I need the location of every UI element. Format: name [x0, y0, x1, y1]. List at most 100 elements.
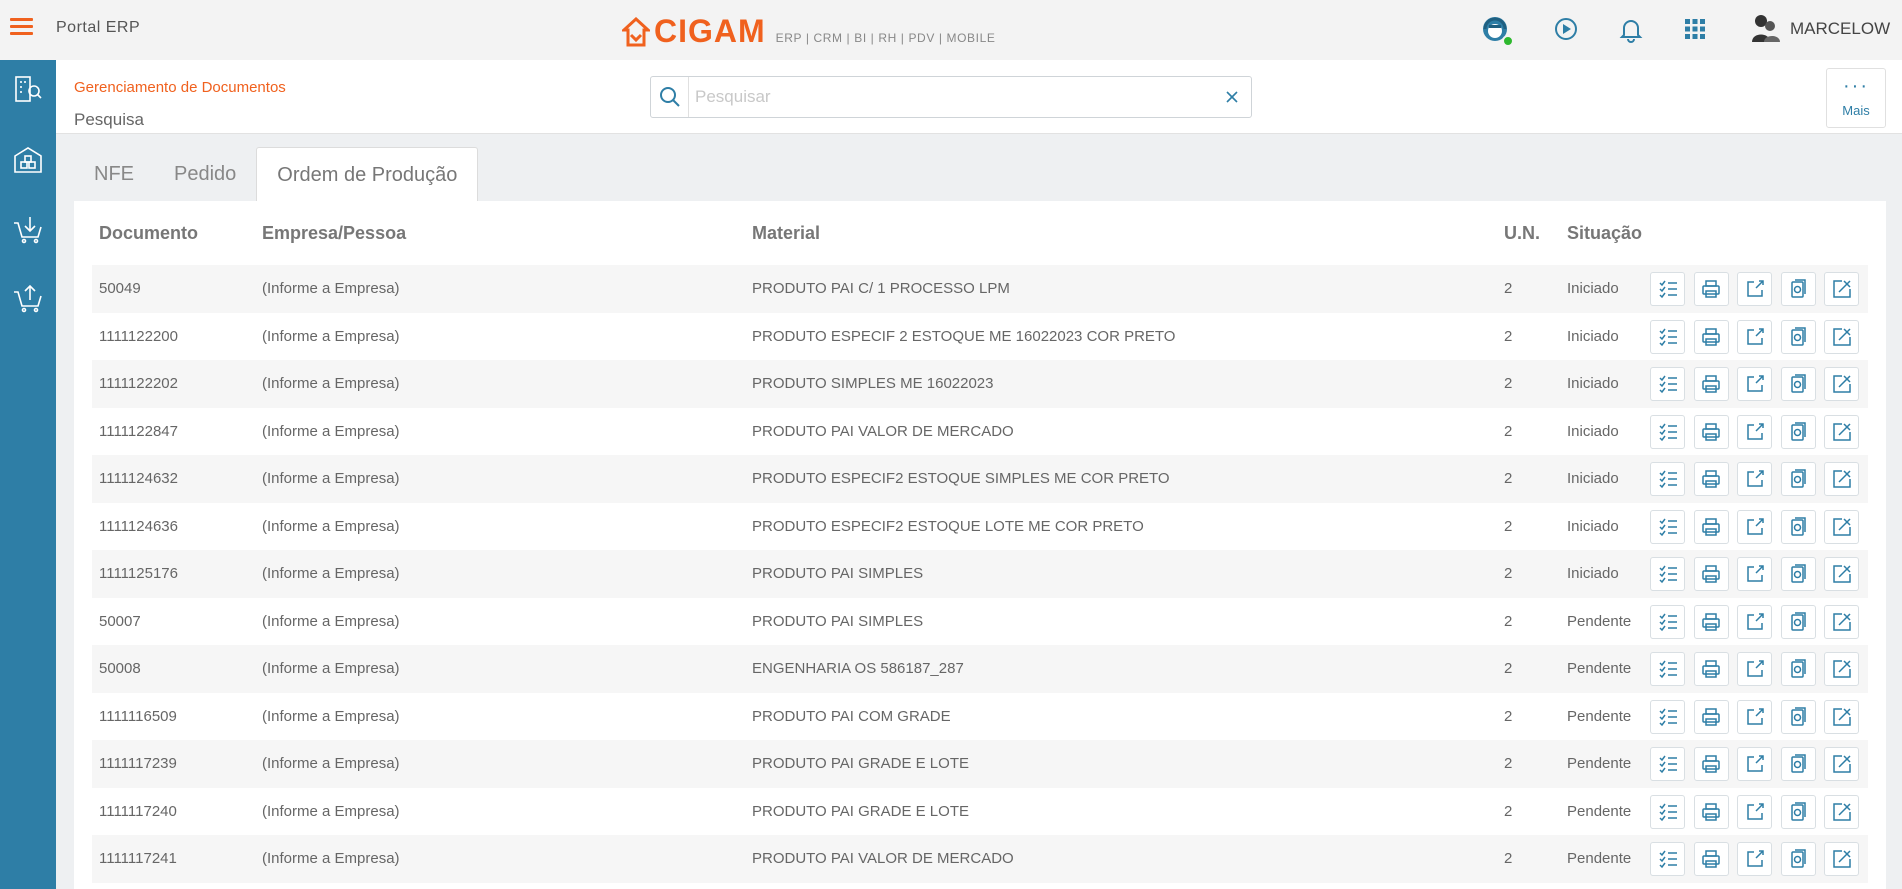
imprimir-button[interactable] — [1693, 367, 1729, 401]
copiar-button[interactable] — [1780, 367, 1816, 401]
copiar-button[interactable] — [1780, 414, 1816, 449]
copiar-button[interactable] — [1780, 319, 1816, 354]
cancelar-button[interactable] — [1824, 794, 1859, 829]
detalhes-button[interactable] — [1650, 319, 1685, 354]
imprimir-button[interactable] — [1693, 604, 1729, 639]
bell-icon[interactable] — [1616, 14, 1646, 44]
table-row[interactable]: 1111125176 (Informe a Empresa) PRODUTO PAI… — [92, 550, 1868, 598]
editar-button[interactable] — [1737, 509, 1772, 544]
copiar-button[interactable] — [1780, 462, 1816, 496]
copiar-button[interactable] — [1780, 557, 1816, 591]
table-row[interactable]: 50008 (Informe a Empresa) ENGENHARIA OS 58… — [92, 645, 1868, 693]
breadcrumb[interactable]: Gerenciamento de Documentos — [74, 79, 286, 96]
row-actions — [1650, 557, 1868, 591]
detalhes-button[interactable] — [1650, 272, 1685, 306]
table-row[interactable]: 1111117240 (Informe a Empresa) PRODUTO PAI… — [92, 788, 1868, 836]
editar-button[interactable] — [1737, 747, 1772, 781]
detalhes-button[interactable] — [1650, 604, 1685, 639]
cell-un: 2 — [1504, 612, 1513, 630]
imprimir-button[interactable] — [1693, 747, 1729, 781]
table-row[interactable]: 1111117239 (Informe a Empresa) PRODUTO PAI… — [92, 740, 1868, 788]
copiar-button[interactable] — [1780, 604, 1816, 639]
cancelar-button[interactable] — [1824, 699, 1859, 734]
imprimir-button[interactable] — [1693, 794, 1729, 829]
apps-grid-icon[interactable] — [1680, 14, 1710, 44]
imprimir-button[interactable] — [1693, 842, 1729, 876]
table-row[interactable]: 1111117241 (Informe a Empresa) PRODUTO PAI… — [92, 835, 1868, 883]
detalhes-button[interactable] — [1650, 367, 1685, 401]
table-row[interactable]: 1111116509 (Informe a Empresa) PRODUTO PAI… — [92, 693, 1868, 741]
editar-button[interactable] — [1737, 414, 1772, 449]
search-input[interactable] — [695, 77, 1215, 117]
user-menu[interactable]: MARCELOW — [1748, 12, 1890, 46]
tab-ordem-de-producao[interactable]: Ordem de Produção — [256, 147, 479, 202]
editar-button[interactable] — [1737, 794, 1772, 829]
editar-button[interactable] — [1737, 319, 1772, 354]
table-row[interactable]: 1111122200 (Informe a Empresa) PRODUTO ESP… — [92, 313, 1868, 361]
cancelar-button[interactable] — [1824, 272, 1859, 306]
copiar-button[interactable] — [1780, 652, 1816, 686]
tab-pedido[interactable]: Pedido — [154, 147, 256, 202]
search-button[interactable] — [651, 77, 689, 117]
table-row[interactable]: 50007 (Informe a Empresa) PRODUTO PAI SIMP… — [92, 598, 1868, 646]
cancelar-button[interactable] — [1824, 842, 1859, 876]
imprimir-button[interactable] — [1693, 319, 1729, 354]
detalhes-button[interactable] — [1650, 557, 1685, 591]
tab-nfe[interactable]: NFE — [74, 147, 154, 202]
table-row[interactable]: 50049 (Informe a Empresa) PRODUTO PAI C/ 1… — [92, 265, 1868, 313]
imprimir-button[interactable] — [1693, 509, 1729, 544]
imprimir-button[interactable] — [1693, 414, 1729, 449]
editar-button[interactable] — [1737, 272, 1772, 306]
cancelar-button[interactable] — [1824, 747, 1859, 781]
detalhes-button[interactable] — [1650, 652, 1685, 686]
editar-button[interactable] — [1737, 604, 1772, 639]
cancelar-button[interactable] — [1824, 319, 1859, 354]
imprimir-button[interactable] — [1693, 699, 1729, 734]
play-circle-icon[interactable] — [1551, 14, 1581, 44]
detalhes-button[interactable] — [1650, 699, 1685, 734]
sidebar-item-buildings-search[interactable] — [12, 73, 44, 105]
cancelar-button[interactable] — [1824, 414, 1859, 449]
copiar-button[interactable] — [1780, 272, 1816, 306]
table-row[interactable]: 1111124636 (Informe a Empresa) PRODUTO ESP… — [92, 503, 1868, 551]
sidebar-item-warehouse[interactable] — [12, 144, 44, 176]
detalhes-button[interactable] — [1650, 509, 1685, 544]
cell-situacao: Iniciado — [1567, 280, 1619, 297]
detalhes-button[interactable] — [1650, 414, 1685, 449]
cell-documento: 1111117239 — [99, 755, 177, 772]
more-button[interactable]: ··· Mais — [1826, 68, 1886, 128]
copiar-button[interactable] — [1780, 794, 1816, 829]
editar-button[interactable] — [1737, 842, 1772, 876]
column-header-material: Material — [752, 223, 821, 243]
copiar-button[interactable] — [1780, 747, 1816, 781]
copiar-button[interactable] — [1780, 509, 1816, 544]
cancelar-button[interactable] — [1824, 367, 1859, 401]
copiar-button[interactable] — [1780, 699, 1816, 734]
editar-button[interactable] — [1737, 462, 1772, 496]
editar-button[interactable] — [1737, 367, 1772, 401]
cancelar-button[interactable] — [1824, 604, 1859, 639]
detalhes-button[interactable] — [1650, 842, 1685, 876]
sidebar-item-purchases[interactable] — [12, 213, 44, 245]
detalhes-button[interactable] — [1650, 794, 1685, 829]
imprimir-button[interactable] — [1693, 557, 1729, 591]
table-row[interactable]: 1111122202 (Informe a Empresa) PRODUTO SIM… — [92, 360, 1868, 408]
table-row[interactable]: 1111124632 (Informe a Empresa) PRODUTO ESP… — [92, 455, 1868, 503]
imprimir-button[interactable] — [1693, 272, 1729, 306]
editar-button[interactable] — [1737, 652, 1772, 686]
editar-button[interactable] — [1737, 557, 1772, 591]
imprimir-button[interactable] — [1693, 462, 1729, 496]
cancelar-button[interactable] — [1824, 462, 1859, 496]
cancelar-button[interactable] — [1824, 652, 1859, 686]
cancelar-button[interactable] — [1824, 509, 1859, 544]
sidebar-item-sales[interactable] — [12, 282, 44, 314]
editar-button[interactable] — [1737, 699, 1772, 734]
cancelar-button[interactable] — [1824, 557, 1859, 591]
copiar-button[interactable] — [1780, 842, 1816, 876]
menu-icon[interactable] — [10, 18, 33, 36]
imprimir-button[interactable] — [1693, 652, 1729, 686]
detalhes-button[interactable] — [1650, 747, 1685, 781]
table-row[interactable]: 1111122847 (Informe a Empresa) PRODUTO PAI… — [92, 408, 1868, 456]
clear-icon[interactable] — [1223, 88, 1241, 106]
detalhes-button[interactable] — [1650, 462, 1685, 496]
